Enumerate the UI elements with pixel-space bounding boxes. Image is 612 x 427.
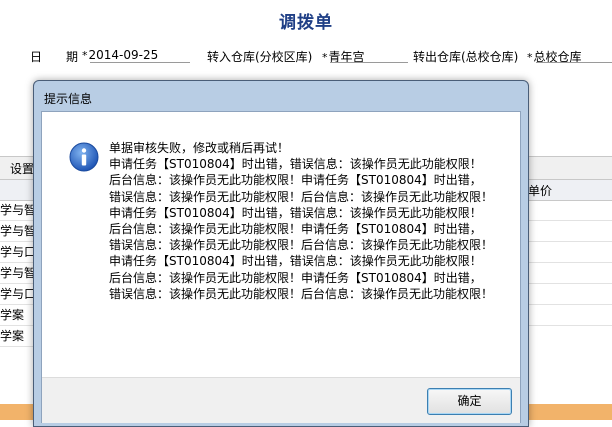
dialog-content: 单据审核失败，修改或稍后再试！ 申请任务【ST010804】时出错，错误信息：该… — [41, 111, 521, 423]
out-warehouse-underline — [536, 62, 612, 63]
message-detail: 申请任务【ST010804】时出错，错误信息：该操作员无此功能权限！后台信息：该… — [109, 157, 494, 301]
date-label-part1: 日 — [30, 50, 43, 64]
grid-right-cells — [525, 200, 612, 330]
message-summary: 单据审核失败，修改或稍后再试！ — [109, 141, 290, 155]
in-warehouse-label: 转入仓库(分校区库) — [207, 50, 313, 64]
table-cell[interactable] — [525, 200, 612, 221]
date-value: 2014-09-25 — [88, 48, 159, 62]
in-warehouse-underline — [330, 62, 408, 63]
date-underline — [90, 62, 190, 63]
settings-button[interactable]: 设置 — [10, 160, 34, 177]
alert-dialog: 提示信息 单据审核失败，修改或稍后再试！ 申请任务【ST010804】时出错，错… — [33, 80, 529, 427]
ok-button[interactable]: 确定 — [427, 388, 512, 415]
form-header-row: 日 期 *2014-09-25 转入仓库(分校区库) *青年宫 转出仓库(总校仓… — [0, 46, 612, 66]
date-field[interactable]: *2014-09-25 — [82, 48, 158, 62]
unit-price-header[interactable]: 单价 — [528, 182, 552, 199]
info-icon — [69, 142, 99, 172]
table-cell[interactable] — [525, 242, 612, 263]
dialog-button-area: 确定 — [42, 377, 520, 423]
out-warehouse-label: 转出仓库(总校仓库) — [413, 50, 519, 64]
table-cell[interactable] — [525, 221, 612, 242]
required-mark: * — [527, 51, 533, 64]
table-cell[interactable] — [525, 305, 612, 326]
dialog-message: 单据审核失败，修改或稍后再试！ 申请任务【ST010804】时出错，错误信息：该… — [109, 140, 493, 302]
dialog-title: 提示信息 — [44, 92, 93, 106]
table-cell[interactable] — [525, 263, 612, 284]
required-mark: * — [82, 49, 88, 62]
required-mark: * — [322, 51, 328, 64]
page-title: 调拨单 — [279, 13, 333, 33]
date-label-part2: 期 — [66, 50, 79, 64]
table-cell[interactable] — [525, 284, 612, 305]
